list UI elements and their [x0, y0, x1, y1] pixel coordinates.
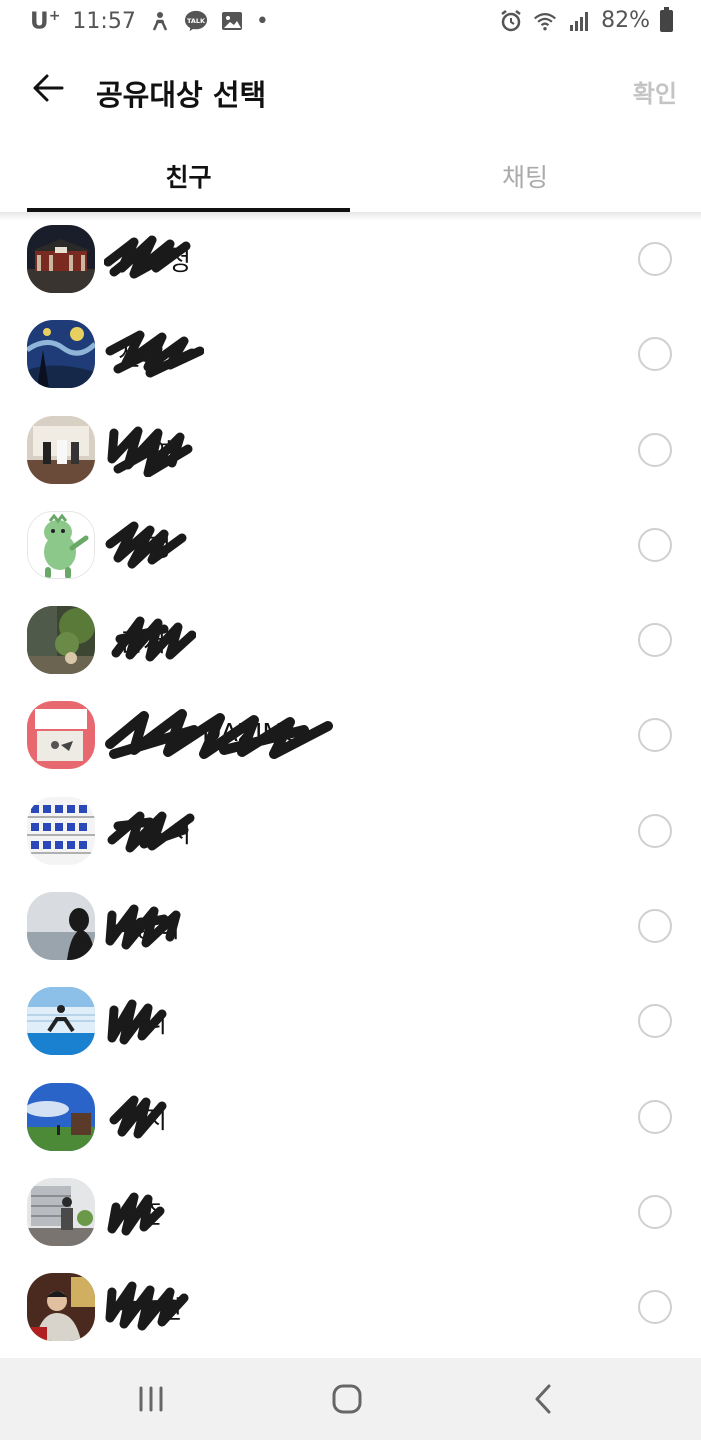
redaction-scribble: [105, 709, 333, 760]
alarm-icon: [499, 9, 523, 33]
tab-bar: 친구 채팅: [0, 140, 701, 212]
select-radio[interactable]: [638, 527, 672, 562]
friend-avatar: [27, 415, 95, 484]
select-radio[interactable]: [638, 242, 672, 276]
redaction-scribble: [107, 999, 167, 1045]
select-radio[interactable]: [638, 909, 672, 944]
select-radio[interactable]: [638, 623, 672, 658]
back-button[interactable]: [26, 66, 70, 110]
gallery-icon: [220, 9, 244, 33]
system-back-button[interactable]: [518, 1376, 568, 1422]
friend-row[interactable]: 준: [0, 1165, 701, 1260]
system-nav-bar: [0, 1358, 701, 1440]
friend-avatar: [27, 606, 95, 675]
friend-avatar: [27, 1082, 95, 1151]
friend-row[interactable]: 정: [0, 212, 701, 307]
friend-avatar: [27, 1177, 95, 1246]
redaction-scribble: [107, 426, 193, 477]
redaction-scribble: [105, 904, 181, 950]
friend-avatar: [27, 1273, 95, 1342]
friend-row[interactable]: 영: [0, 403, 701, 498]
friend-avatar: [27, 701, 95, 770]
accessibility-icon: [148, 9, 172, 33]
friend-avatar: [27, 987, 95, 1056]
redaction-scribble: [105, 1281, 189, 1331]
select-radio[interactable]: [638, 432, 672, 467]
battery-percent: 82%: [601, 8, 650, 33]
select-radio[interactable]: [638, 1194, 672, 1229]
status-bar: U+ 11:57 TALK • 82%: [0, 0, 701, 44]
friend-row[interactable]: 정: [0, 498, 701, 593]
friend-avatar: [27, 225, 95, 293]
friend-row[interactable]: DAZIMe: [0, 688, 701, 783]
friend-avatar: [27, 892, 95, 961]
friend-list: 정 선녀 영 정 준서 DAZIMe 서 영이 니 지 준 한: [0, 212, 701, 1356]
redaction-scribble: [105, 521, 187, 569]
friend-avatar: [27, 510, 95, 579]
home-icon: [332, 1384, 362, 1414]
tab-chats[interactable]: 채팅: [350, 140, 700, 212]
select-radio[interactable]: [638, 337, 672, 372]
recent-apps-icon: [139, 1386, 163, 1412]
select-radio[interactable]: [638, 813, 672, 848]
carrier-label: U+: [30, 8, 61, 35]
redaction-scribble: [107, 1192, 165, 1236]
redaction-scribble: [107, 811, 195, 853]
redaction-scribble: [109, 1095, 167, 1139]
battery-icon: [660, 6, 673, 32]
app-bar: 공유대상 선택 확인: [0, 44, 701, 136]
friend-row[interactable]: 서: [0, 784, 701, 879]
friend-row[interactable]: 영이: [0, 879, 701, 974]
select-radio[interactable]: [638, 1099, 672, 1134]
wifi-icon: [533, 9, 557, 33]
svg-text:TALK: TALK: [187, 17, 206, 25]
select-radio[interactable]: [638, 718, 672, 753]
friend-row[interactable]: 준서: [0, 593, 701, 688]
friend-avatar: [27, 796, 95, 865]
signal-icon: [567, 9, 591, 33]
friend-row[interactable]: 선녀: [0, 307, 701, 402]
redaction-scribble: [105, 330, 204, 378]
select-radio[interactable]: [638, 1290, 672, 1325]
home-button[interactable]: [322, 1376, 372, 1422]
redaction-scribble: [111, 616, 196, 662]
redaction-scribble: [104, 235, 191, 279]
select-radio[interactable]: [638, 1004, 672, 1039]
friend-row[interactable]: 지: [0, 1070, 701, 1165]
friend-avatar: [27, 320, 95, 389]
notification-dot: •: [255, 8, 269, 34]
friend-row[interactable]: 한: [0, 1260, 701, 1355]
kakaotalk-icon: TALK: [184, 9, 208, 33]
recent-apps-button[interactable]: [126, 1376, 176, 1422]
chevron-left-icon: [535, 1384, 551, 1414]
tab-friends[interactable]: 친구: [27, 140, 350, 212]
friend-row[interactable]: 니: [0, 974, 701, 1069]
clock: 11:57: [72, 8, 136, 34]
back-arrow-icon: [33, 74, 64, 102]
confirm-button[interactable]: 확인: [633, 74, 677, 109]
page-title: 공유대상 선택: [96, 78, 267, 112]
